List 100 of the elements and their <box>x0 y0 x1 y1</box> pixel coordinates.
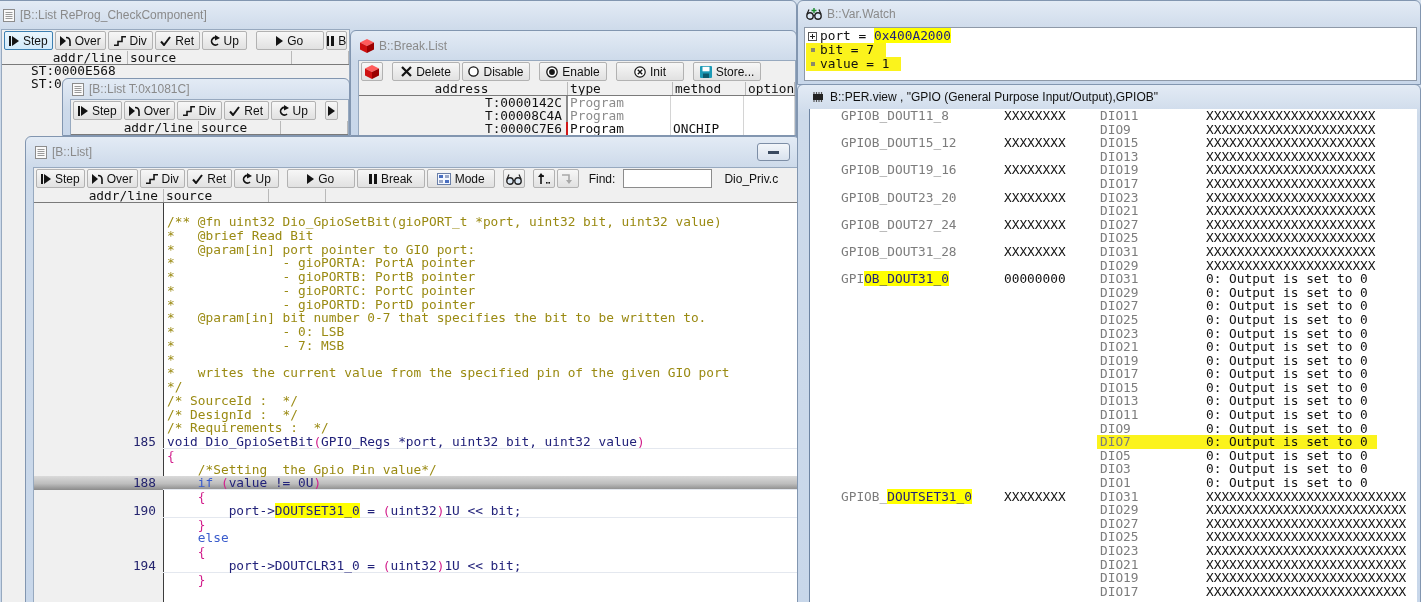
field-value: 0: Output is set to 0 <box>1206 435 1368 449</box>
field-name: DIO27 <box>1100 516 1139 531</box>
curved-arrow-icon <box>209 35 220 46</box>
register-value: 00000000 <box>1004 272 1066 286</box>
step-button[interactable]: Step <box>36 169 85 188</box>
code-line: /* SourceId : */ <box>167 393 298 408</box>
diverge-button[interactable]: Div <box>107 31 153 50</box>
step-button[interactable]: Step <box>73 101 122 120</box>
field-value: XXXXXXXXXXXXXXXXXXXXXX <box>1206 136 1376 150</box>
field-name: DIO15 <box>1100 380 1139 395</box>
line-number: 185 <box>132 435 156 449</box>
register-value: XXXXXXXX <box>1004 190 1066 205</box>
watch-button[interactable] <box>502 169 525 188</box>
up-button[interactable]: Up <box>201 31 247 50</box>
circle-icon <box>468 66 480 77</box>
bullet-icon <box>810 48 815 52</box>
code-line: /* DesignId : */ <box>167 407 298 422</box>
cube-icon <box>360 38 374 53</box>
play-icon <box>276 35 284 46</box>
code-line: * - 0: LSB <box>167 325 345 339</box>
cross-icon <box>401 66 413 77</box>
window-title: [B::List] <box>52 145 92 159</box>
step-over-button[interactable]: Over <box>86 169 138 188</box>
field-value: XXXXXXXXXXXXXXXXXXXXXXXXXX <box>1206 530 1407 544</box>
field-name: DIO21 <box>1100 340 1139 354</box>
grid-icon <box>436 172 451 185</box>
field-name: DIO3 <box>1100 462 1131 477</box>
field-value: XXXXXXXXXXXXXXXXXXXXXX <box>1206 176 1376 191</box>
line-number: 190 <box>132 503 156 518</box>
code-line: * - gioPORTB: PortB pointer <box>167 270 476 284</box>
mode-button[interactable]: Mode <box>426 169 495 188</box>
column-header: option <box>748 82 794 95</box>
go-button[interactable]: Go <box>286 169 355 188</box>
go-button[interactable] <box>324 101 338 120</box>
stairs-icon <box>182 105 195 116</box>
expand-icon[interactable] <box>808 31 817 41</box>
store-button[interactable]: Store... <box>693 62 761 81</box>
return-button[interactable]: Ret <box>154 31 200 50</box>
up-button[interactable]: Up <box>270 101 316 120</box>
line-number: 188 <box>132 476 156 490</box>
diverge-button[interactable]: Div <box>176 101 222 120</box>
window-title: B::Break.List <box>379 38 448 53</box>
field-value: XXXXXXXXXXXXXXXXXXXXXXXXXX <box>1206 557 1407 572</box>
field-name: DIO27 <box>1100 217 1139 232</box>
curved-arrow-icon <box>241 173 252 184</box>
field-name: DIO17 <box>1100 176 1139 191</box>
go-button[interactable]: Go <box>255 31 324 50</box>
minimize-button[interactable] <box>757 143 790 161</box>
field-name: DIO17 <box>1100 367 1139 381</box>
step-over-button[interactable]: Over <box>123 101 175 120</box>
diverge-button[interactable]: Div <box>139 169 185 188</box>
turn-arrow-icon <box>537 173 550 184</box>
field-value: XXXXXXXXXXXXXXXXXXXXXXXXXX <box>1206 584 1407 599</box>
field-name: DIO23 <box>1100 544 1139 558</box>
delete-button[interactable]: Delete <box>392 62 460 81</box>
curved-arrow-icon <box>278 105 289 116</box>
break-button[interactable]: B <box>325 31 347 50</box>
field-name: DIO19 <box>1100 353 1139 368</box>
field-value: XXXXXXXXXXXXXXXXXXXXXXXXXX <box>1206 503 1407 517</box>
enable-button[interactable]: Enable <box>539 62 607 81</box>
field-value: XXXXXXXXXXXXXXXXXXXXXX <box>1206 109 1376 123</box>
code-line: * - 7: MSB <box>167 338 345 353</box>
field-name: DIO15 <box>1100 136 1139 150</box>
field-value: XXXXXXXXXXXXXXXXXXXXXXXXXX <box>1206 544 1407 558</box>
field-value: 0: Output is set to 0 <box>1206 299 1368 313</box>
watch-entry: value = 1 <box>820 57 890 71</box>
field-value: XXXXXXXXXXXXXXXXXXXXXX <box>1206 204 1376 218</box>
chip-icon <box>811 92 825 102</box>
break-button[interactable]: Break <box>356 169 425 188</box>
step-over-button[interactable]: Over <box>54 31 106 50</box>
field-value: XXXXXXXXXXXXXXXXXXXXXX <box>1206 190 1376 205</box>
up-button[interactable]: Up <box>233 169 279 188</box>
code-line: else <box>197 531 229 545</box>
field-name: DIO11 <box>1100 109 1139 123</box>
step-over-icon <box>59 35 71 46</box>
code-line: /*Setting the Gpio Pin value*/ <box>197 462 437 477</box>
field-name: DIO25 <box>1100 530 1139 544</box>
window-title: B::PER.view , "GPIO (General Purpose Input/Output),GPIOB" <box>830 90 1158 104</box>
register-name: GPIOB_DOUT23_20 <box>841 190 957 205</box>
field-name: DIO27 <box>1100 299 1139 313</box>
return-button[interactable]: Ret <box>186 169 232 188</box>
column-header: source <box>201 121 248 134</box>
field-name: DIO17 <box>1100 584 1139 599</box>
step-button[interactable]: Step <box>4 31 53 50</box>
column-header: type <box>570 82 601 95</box>
cube-button[interactable] <box>361 62 383 81</box>
init-button[interactable]: Init <box>616 62 684 81</box>
disable-button[interactable]: Disable <box>462 62 530 81</box>
code-line: /* Requirements : */ <box>167 421 329 435</box>
watch-entry: port = 0x400A2000 <box>820 29 951 43</box>
play-icon <box>307 173 315 184</box>
find-field[interactable] <box>623 169 713 188</box>
return-button[interactable]: Ret <box>223 101 269 120</box>
register-name: GPIOB_DOUT19_16 <box>841 163 957 177</box>
field-name: DIO11 <box>1100 408 1139 422</box>
field-name: DIO25 <box>1100 231 1139 245</box>
field-value: XXXXXXXXXXXXXXXXXXXXXX <box>1206 217 1376 232</box>
bullet-icon <box>810 62 815 66</box>
column-header: source <box>130 51 177 64</box>
field-name: DIO31 <box>1100 272 1139 286</box>
